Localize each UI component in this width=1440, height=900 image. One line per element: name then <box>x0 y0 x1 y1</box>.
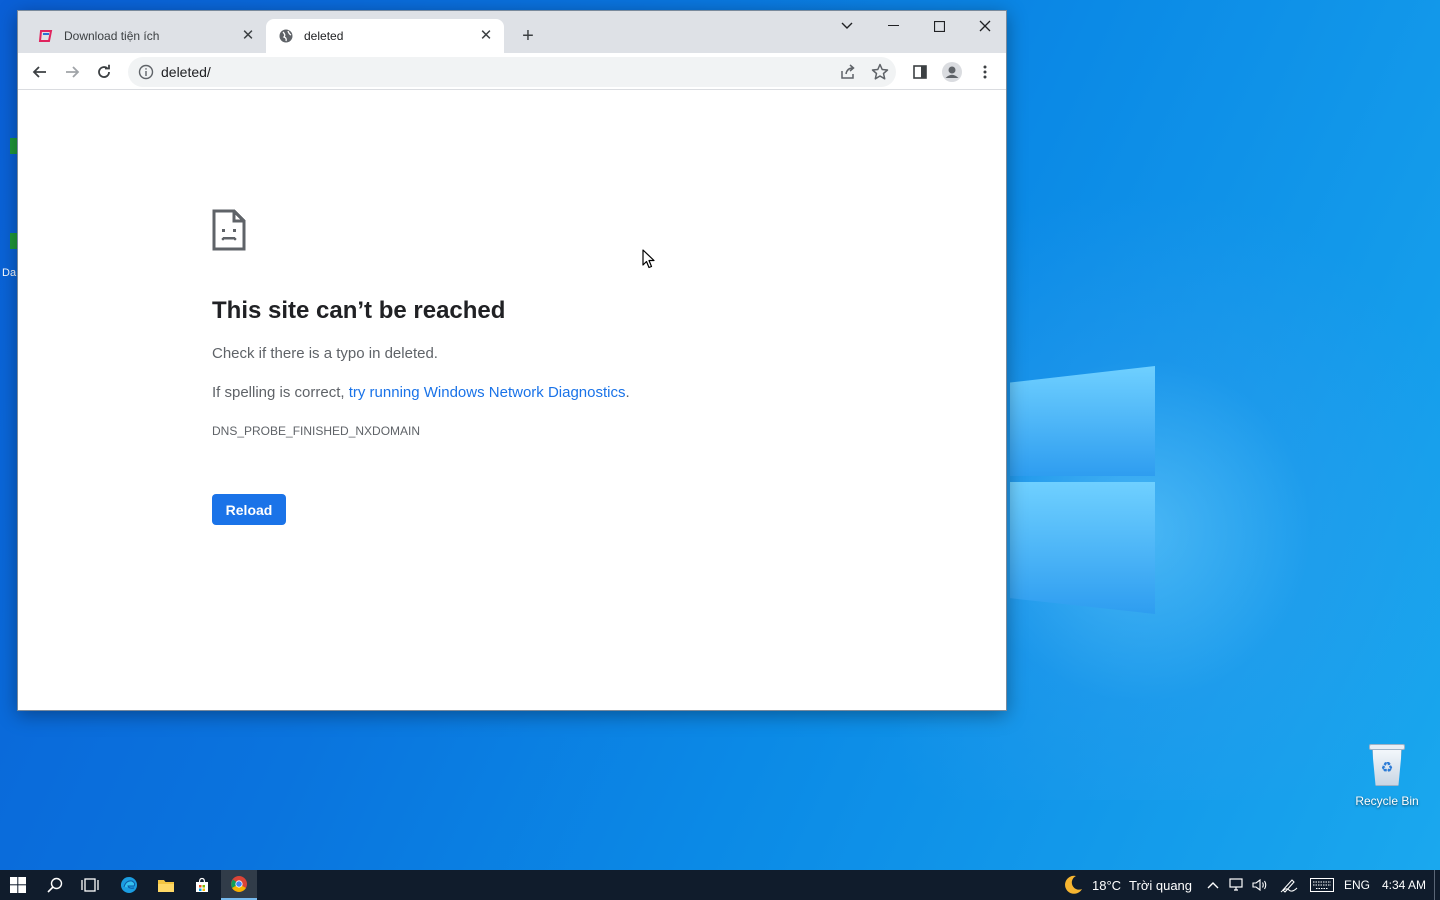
error-code: DNS_PROBE_FINISHED_NXDOMAIN <box>212 424 421 438</box>
profile-avatar-icon[interactable] <box>939 59 965 85</box>
desktop-icon-partial[interactable]: Da <box>0 225 18 279</box>
language-indicator[interactable]: ENG <box>1344 870 1370 900</box>
browser-window: Download tiện ích ✕ deleted ✕ + deleted/… <box>17 10 1007 711</box>
weather-temperature: 18°C <box>1092 877 1122 893</box>
microsoft-store-icon[interactable] <box>184 870 220 900</box>
weather-description: Trời quang <box>1129 877 1193 893</box>
address-text[interactable]: deleted/ <box>161 57 211 87</box>
sad-page-icon <box>212 209 246 251</box>
desktop-icon-partial[interactable] <box>0 130 18 170</box>
clock[interactable]: 4:34 AM <box>1382 870 1426 900</box>
touch-keyboard-icon[interactable] <box>1309 877 1335 893</box>
desktop-icon-label: Da <box>2 267 17 279</box>
weather-widget[interactable]: 18°C Trời quang <box>1060 870 1192 900</box>
tab-title: deleted <box>304 29 344 43</box>
volume-icon[interactable] <box>1251 877 1269 893</box>
mouse-cursor-icon <box>642 249 656 269</box>
start-button[interactable] <box>0 870 36 900</box>
tab-strip: Download tiện ích ✕ deleted ✕ + <box>18 11 1006 53</box>
windows-logo-wallpaper <box>1010 346 1160 616</box>
network-icon[interactable] <box>1228 877 1246 893</box>
back-arrow-icon[interactable] <box>27 59 53 85</box>
error-title: This site can’t be reached <box>212 297 506 324</box>
recycle-bin-icon[interactable]: ♻ Recycle Bin <box>1350 742 1424 808</box>
pen-ink-icon[interactable] <box>1280 877 1298 893</box>
task-view-icon[interactable] <box>72 870 108 900</box>
globe-icon <box>278 28 294 44</box>
error-suggestion-typo: Check if there is a typo in deleted. <box>212 345 438 362</box>
reload-icon[interactable] <box>91 59 117 85</box>
store-favicon-icon <box>38 28 54 44</box>
tab-close-icon[interactable]: ✕ <box>478 28 494 44</box>
tab-download-extension[interactable]: Download tiện ích ✕ <box>26 19 266 53</box>
recycle-bin-label: Recycle Bin <box>1355 794 1419 808</box>
info-icon[interactable] <box>138 64 154 80</box>
forward-arrow-icon[interactable] <box>59 59 85 85</box>
recycle-bin-graphic: ♻ <box>1369 742 1405 786</box>
more-menu-icon[interactable] <box>972 59 998 85</box>
chevron-up-icon[interactable] <box>1204 877 1222 893</box>
side-panel-icon[interactable] <box>907 59 933 85</box>
edge-browser-icon[interactable] <box>111 870 147 900</box>
minimize-button[interactable] <box>870 11 916 41</box>
chrome-taskbar-icon[interactable] <box>221 870 257 900</box>
error-suggestion-diagnostics: If spelling is correct, try running Wind… <box>212 384 630 401</box>
tab-deleted[interactable]: deleted ✕ <box>266 19 504 53</box>
tab-search-button[interactable] <box>824 11 870 41</box>
address-bar[interactable]: deleted/ <box>128 57 896 87</box>
bookmark-star-icon[interactable] <box>870 62 890 82</box>
maximize-button[interactable] <box>916 11 962 41</box>
moon-icon <box>1060 873 1086 897</box>
show-desktop-button[interactable] <box>1434 870 1440 900</box>
diagnostics-suffix: . <box>625 384 630 401</box>
file-explorer-icon[interactable] <box>148 870 184 900</box>
close-window-button[interactable] <box>962 11 1008 41</box>
tab-close-icon[interactable]: ✕ <box>240 28 256 44</box>
browser-toolbar: deleted/ <box>18 53 1006 90</box>
new-tab-button[interactable]: + <box>516 25 540 49</box>
search-icon[interactable] <box>37 870 73 900</box>
page-content: This site can’t be reached Check if ther… <box>18 91 1006 710</box>
taskbar: 18°C Trời quang ENG 4:34 AM <box>0 870 1440 900</box>
diagnostics-prefix: If spelling is correct, <box>212 384 345 401</box>
network-diagnostics-link[interactable]: try running Windows Network Diagnostics <box>349 384 626 401</box>
tab-title: Download tiện ích <box>64 29 160 43</box>
share-icon[interactable] <box>838 62 858 82</box>
reload-button[interactable]: Reload <box>212 494 286 525</box>
